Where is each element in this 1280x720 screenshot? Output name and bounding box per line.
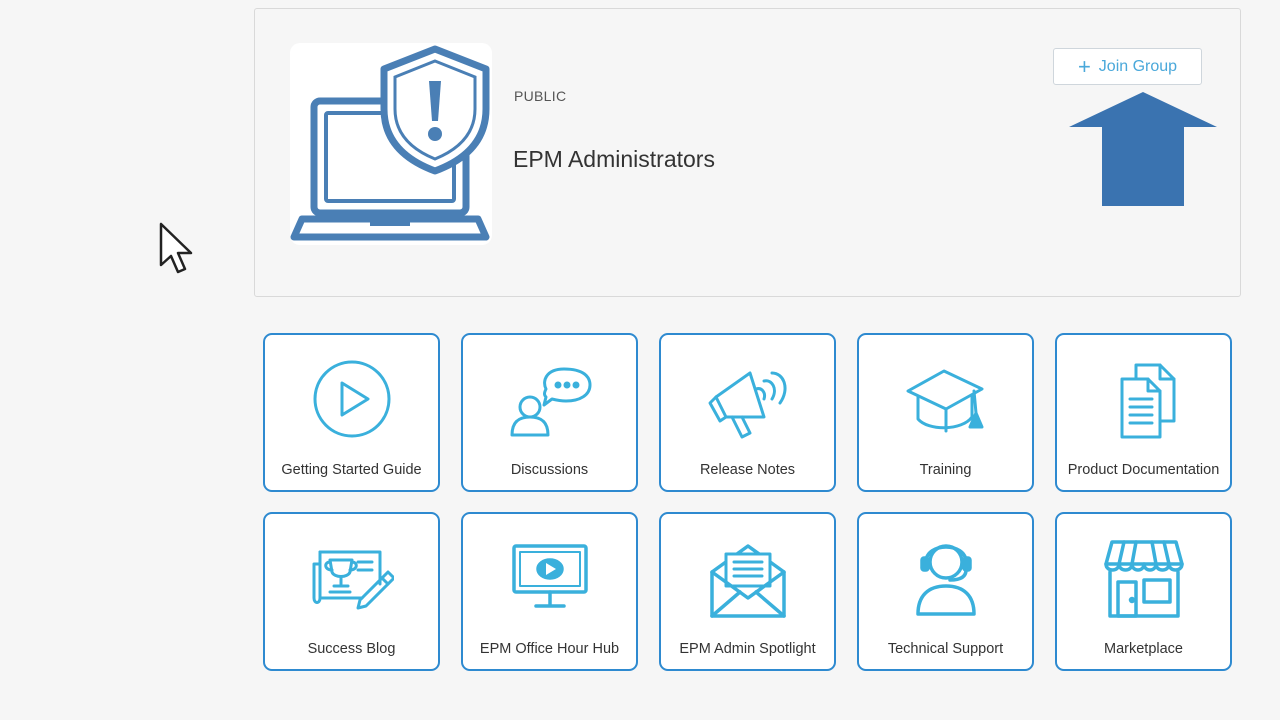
documents-icon (1102, 359, 1186, 443)
tile-label: EPM Office Hour Hub (479, 641, 620, 657)
plus-icon: + (1077, 53, 1091, 79)
join-group-label: Join Group (1098, 57, 1178, 75)
tile-success-blog[interactable]: Success Blog (263, 512, 440, 671)
tile-label: Discussions (510, 462, 589, 478)
tile-label: Release Notes (699, 462, 796, 478)
play-circle-icon (310, 359, 394, 443)
tile-epm-admin-spotlight[interactable]: EPM Admin Spotlight (659, 512, 836, 671)
monitor-play-icon (508, 538, 592, 622)
envelope-letter-icon (706, 538, 790, 622)
tile-epm-office-hour-hub[interactable]: EPM Office Hour Hub (461, 512, 638, 671)
tile-label: Technical Support (887, 641, 1004, 657)
group-logo (290, 43, 492, 245)
graduation-cap-icon (904, 359, 988, 443)
up-arrow-annotation (1069, 92, 1219, 208)
storefront-icon (1102, 538, 1186, 622)
tile-product-documentation[interactable]: Product Documentation (1055, 333, 1232, 492)
tile-label: Success Blog (307, 641, 396, 657)
laptop-shield-icon (290, 45, 490, 241)
tile-label: Marketplace (1104, 641, 1183, 657)
tile-technical-support[interactable]: Technical Support (857, 512, 1034, 671)
discussion-icon (508, 359, 592, 443)
tile-getting-started-guide[interactable]: Getting Started Guide (263, 333, 440, 492)
tile-discussions[interactable]: Discussions (461, 333, 638, 492)
group-visibility-label: PUBLIC (514, 88, 567, 104)
join-group-button[interactable]: + Join Group (1053, 48, 1202, 85)
page: PUBLIC EPM Administrators + Join Group G… (0, 0, 1280, 720)
headset-support-icon (904, 538, 988, 622)
group-title: EPM Administrators (513, 146, 715, 172)
tile-label: Product Documentation (1067, 462, 1220, 478)
megaphone-icon (706, 359, 790, 443)
tile-training[interactable]: Training (857, 333, 1034, 492)
tile-label: Getting Started Guide (281, 462, 422, 478)
tile-label: EPM Admin Spotlight (679, 641, 816, 657)
tile-marketplace[interactable]: Marketplace (1055, 512, 1232, 671)
tile-label: Training (919, 462, 972, 478)
quick-links-grid: Getting Started Guide Discussions Releas… (263, 333, 1233, 671)
mouse-cursor-icon (158, 221, 196, 275)
tile-release-notes[interactable]: Release Notes (659, 333, 836, 492)
blog-trophy-icon (310, 538, 394, 622)
